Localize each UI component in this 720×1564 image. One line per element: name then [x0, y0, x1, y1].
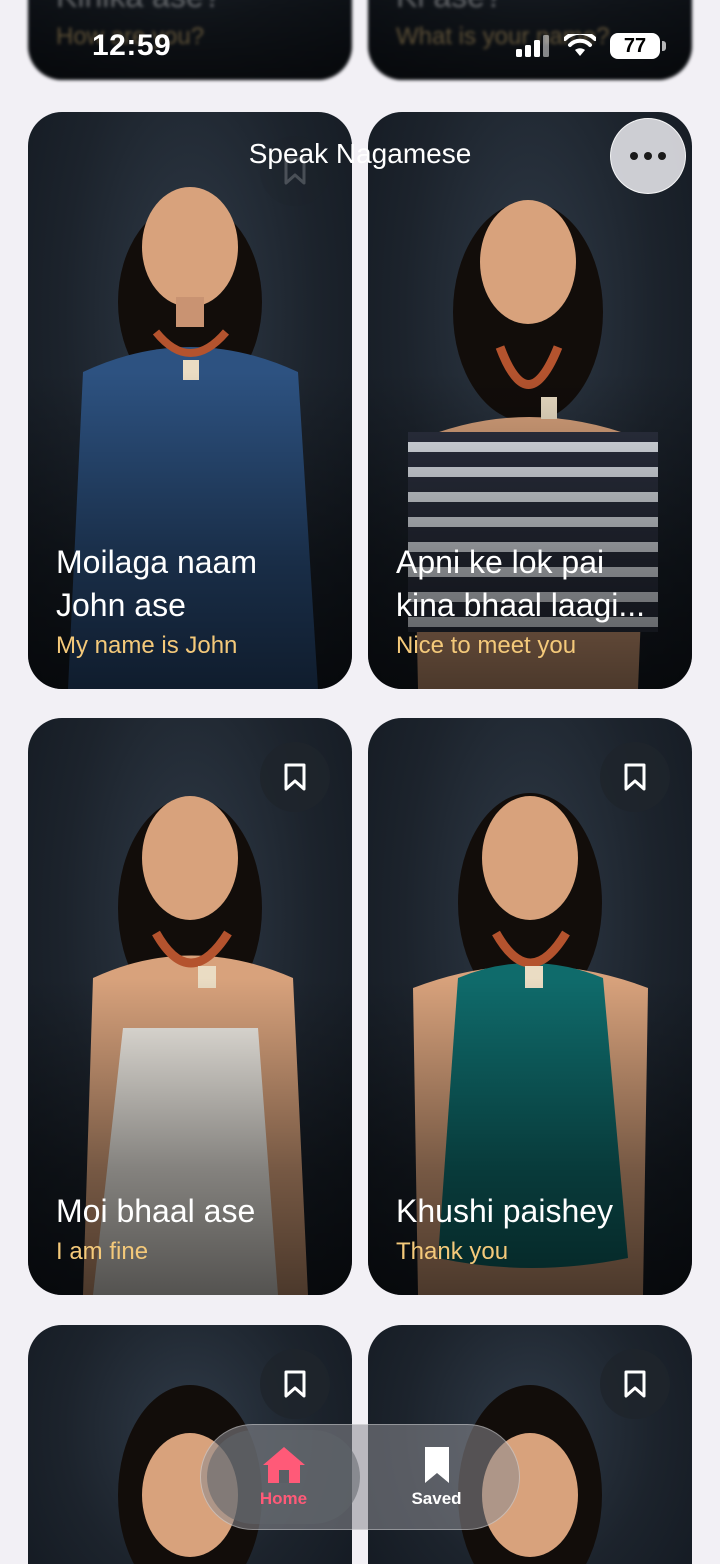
status-bar: 12:59 77	[0, 0, 720, 92]
phrase-text: Apni ke lok pai kina bhaal laagi...	[396, 544, 646, 623]
bookmark-icon	[424, 1447, 449, 1483]
phrase-card[interactable]: Apni ke lok pai kina bhaal laagi... Nice…	[368, 112, 692, 689]
translation-text: Thank you	[396, 1238, 509, 1265]
status-time: 12:59	[92, 29, 172, 62]
tab-saved[interactable]: Saved	[360, 1430, 513, 1524]
tab-home-label: Home	[259, 1489, 308, 1508]
bookmark-button[interactable]	[600, 1349, 670, 1419]
wifi-icon	[564, 34, 596, 56]
more-icon	[630, 152, 638, 160]
translation-text: My name is John	[56, 632, 238, 659]
bookmark-icon	[624, 763, 646, 791]
bookmark-icon	[284, 1370, 306, 1398]
tab-bar: Home Saved	[200, 1424, 520, 1530]
bookmark-button[interactable]	[260, 1349, 330, 1419]
translation-text: I am fine	[56, 1238, 149, 1265]
phrase-text: Moi bhaal ase	[56, 1193, 256, 1229]
more-options-button[interactable]	[610, 118, 686, 194]
battery-icon: 77	[610, 33, 666, 59]
bookmark-icon	[284, 763, 306, 791]
bookmark-icon	[624, 1370, 646, 1398]
phrase-text: Khushi paishey	[396, 1193, 614, 1229]
translation-text: Nice to meet you	[396, 632, 577, 659]
bookmark-button[interactable]	[600, 742, 670, 812]
home-icon	[262, 1447, 305, 1483]
battery-level: 77	[623, 34, 647, 57]
cellular-signal-icon	[516, 35, 549, 57]
status-icons: 77	[516, 33, 666, 59]
phrase-card[interactable]: Khushi paishey Thank you	[368, 718, 692, 1295]
more-icon	[658, 152, 666, 160]
phrase-card[interactable]: Moi bhaal ase I am fine	[28, 718, 352, 1295]
bookmark-button[interactable]	[260, 742, 330, 812]
tab-home[interactable]: Home	[207, 1430, 360, 1524]
phrase-card[interactable]: Moilaga naam John ase My name is John	[28, 112, 352, 689]
more-icon	[644, 152, 652, 160]
tab-saved-label: Saved	[411, 1489, 462, 1508]
phrase-text: Moilaga naam John ase	[56, 544, 257, 623]
